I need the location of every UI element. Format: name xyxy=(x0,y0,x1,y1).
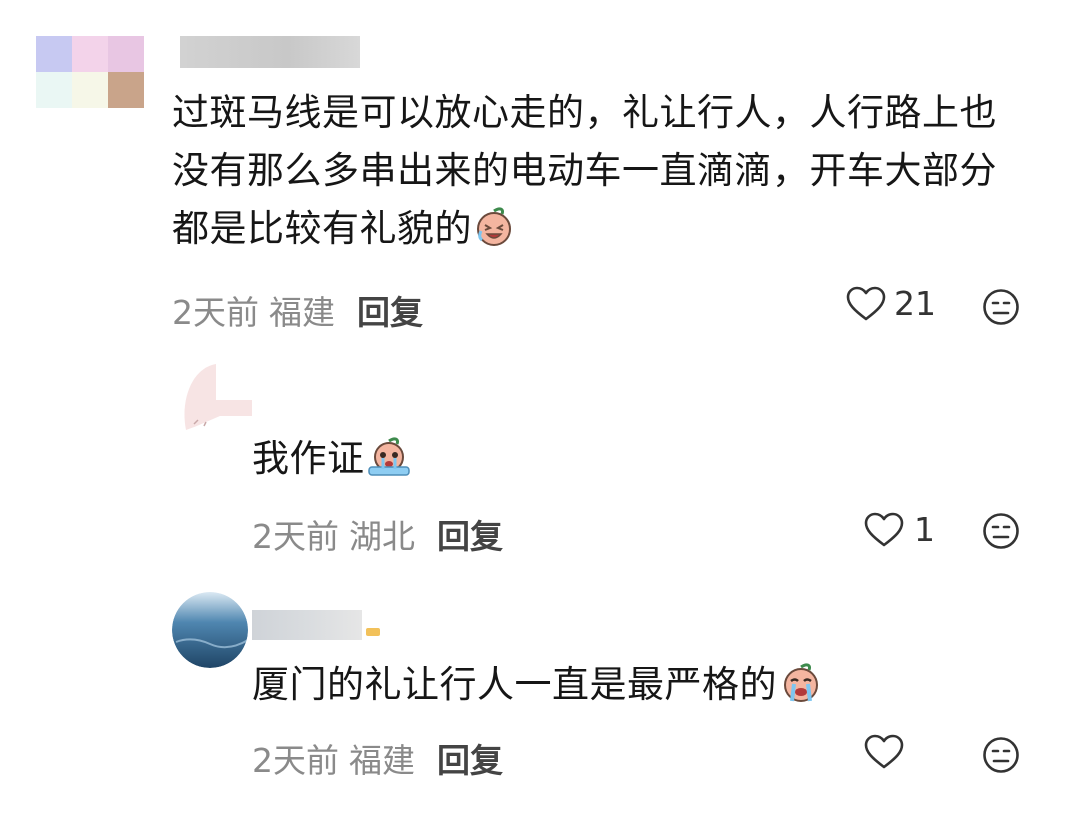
comment-text-line: 过斑马线是可以放心走的，礼让行人，人行路上也 xyxy=(172,91,997,134)
comment-time: 2天前 xyxy=(252,517,339,556)
comment-text: 过斑马线是可以放心走的，礼让行人，人行路上也 没有那么多串出来的电动车一直滴滴，… xyxy=(172,84,1052,264)
laughing-crying-emoji-icon xyxy=(474,206,514,264)
username-badge-icon xyxy=(366,628,380,636)
like-button[interactable]: 21 xyxy=(846,284,936,323)
neutral-face-icon xyxy=(982,513,1020,554)
heart-outline-icon xyxy=(864,512,904,548)
dislike-button[interactable] xyxy=(982,512,1020,554)
like-button[interactable]: 1 xyxy=(864,510,935,549)
neutral-face-icon xyxy=(982,289,1020,330)
comment-text-line: 没有那么多串出来的电动车一直滴滴，开车大部分 xyxy=(172,149,997,192)
comment-meta: 2天前 湖北 回复 xyxy=(252,510,503,558)
reply-button[interactable]: 回复 xyxy=(357,293,423,332)
comment-text-line-end: 都是比较有礼貌的 xyxy=(172,207,472,250)
crying-emoji-icon xyxy=(367,436,411,494)
comment-location: 湖北 xyxy=(349,517,415,556)
dislike-button[interactable] xyxy=(982,288,1020,330)
comment-text-line: 都是比较有礼貌的 xyxy=(172,200,1052,264)
reply-button[interactable]: 回复 xyxy=(437,517,503,556)
dislike-button[interactable] xyxy=(982,736,1020,778)
avatar[interactable] xyxy=(36,36,144,108)
comment-meta: 2天前 福建 回复 xyxy=(172,286,423,334)
comment-text: 我作证 xyxy=(252,430,411,494)
neutral-face-icon xyxy=(982,737,1020,778)
crying-emoji-icon xyxy=(779,662,823,720)
comment-location: 福建 xyxy=(269,293,335,332)
username-redacted[interactable] xyxy=(180,36,360,68)
like-count: 21 xyxy=(894,284,936,323)
comment-location: 福建 xyxy=(349,741,415,780)
avatar[interactable] xyxy=(172,592,248,668)
comment-meta: 2天前 福建 回复 xyxy=(252,734,503,782)
avatar[interactable] xyxy=(180,360,252,432)
heart-outline-icon xyxy=(846,286,886,322)
like-count: 1 xyxy=(914,510,935,549)
heart-outline-icon xyxy=(864,734,904,770)
comment-text-line: 我作证 xyxy=(252,437,365,480)
username-redacted[interactable] xyxy=(252,610,362,640)
comment-time: 2天前 xyxy=(172,293,259,332)
like-button[interactable] xyxy=(864,734,904,770)
comment-text-line: 厦门的礼让行人一直是最严格的 xyxy=(252,663,777,706)
comment-text: 厦门的礼让行人一直是最严格的 xyxy=(252,656,823,720)
reply-button[interactable]: 回复 xyxy=(437,741,503,780)
comment-time: 2天前 xyxy=(252,741,339,780)
